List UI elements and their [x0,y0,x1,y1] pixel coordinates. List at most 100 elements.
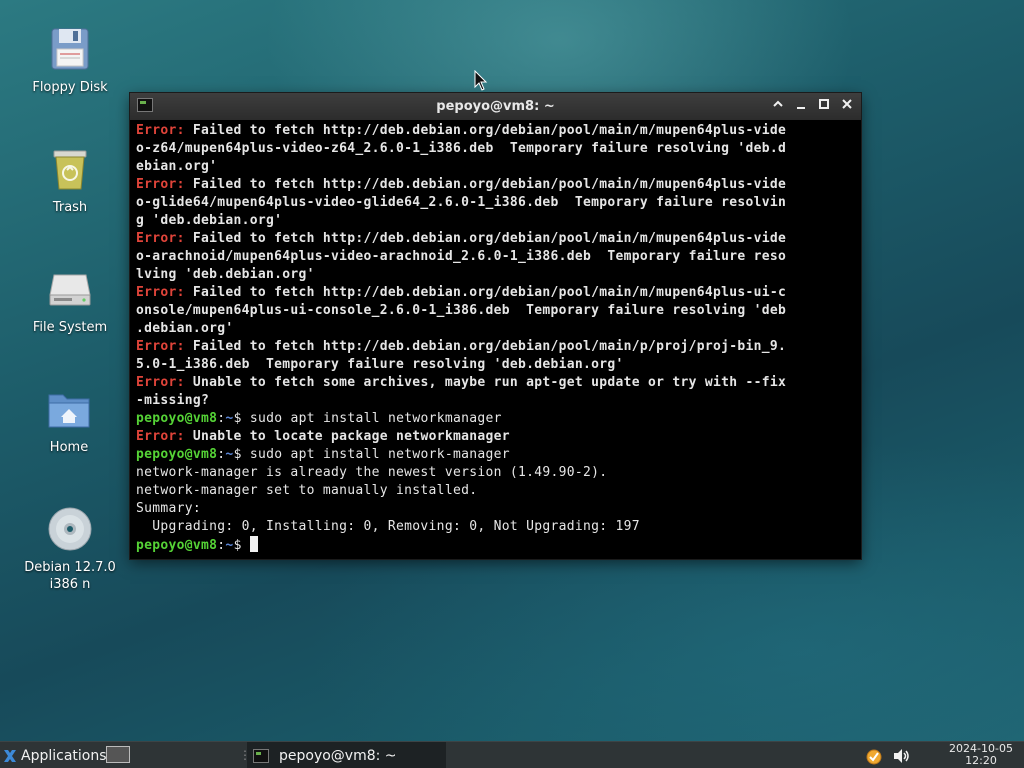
terminal-text: Upgrading: 0, Installing: 0, Removing: 0… [136,519,640,534]
desktop-icon-label: Trash [52,200,88,215]
terminal-line: network-manager set to manually installe… [136,482,856,500]
terminal-line: -missing? [136,392,856,410]
terminal-text: o-z64/mupen64plus-video-z64_2.6.0-1_i386… [136,141,787,156]
terminal-text: network-manager set to manually installe… [136,483,478,498]
prompt-path: ~ [225,411,234,426]
terminal-line: Error: Failed to fetch http://deb.debian… [136,338,856,356]
desktop: Floppy Disk Trash File System Home Debia… [0,0,1024,768]
terminal-icon [253,748,269,763]
terminal-text: Failed to fetch http://deb.debian.org/de… [184,177,787,192]
terminal-line: Error: Unable to locate package networkm… [136,428,856,446]
terminal-text: Unable to fetch some archives, maybe run… [184,375,787,390]
terminal-line: Error: Failed to fetch http://deb.debian… [136,230,856,248]
clock-time: 12:20 [965,754,997,767]
prompt-user-host: pepoyo@vm8 [136,411,218,426]
desktop-icon-home[interactable]: Home [14,385,124,456]
prompt-path: ~ [225,538,234,553]
desktop-icon-debian-disc[interactable]: Debian 12.7.0 i386 n [15,505,125,593]
terminal-line: Summary: [136,500,856,518]
applications-label: Applications [21,747,107,764]
terminal-text: .debian.org' [136,321,234,336]
terminal-text: ebian.org' [136,159,218,174]
terminal-text: Unable to locate package networkmanager [184,429,510,444]
clock[interactable]: 2024-10-05 12:20 [944,743,1018,767]
update-notifier-icon[interactable] [864,746,884,766]
terminal-window[interactable]: pepoyo@vm8: ~ Error: Failed to fetch htt… [130,93,861,559]
terminal-line: ebian.org' [136,158,856,176]
terminal-text: onsole/mupen64plus-ui-console_2.6.0-1_i3… [136,303,787,318]
terminal-line: 5.0-1_i386.deb Temporary failure resolvi… [136,356,856,374]
minimize-icon [797,107,805,109]
error-prefix: Error: [136,429,185,444]
terminal-text: $ sudo apt install networkmanager [233,411,502,426]
terminal-text: 5.0-1_i386.deb Temporary failure resolvi… [136,357,624,372]
terminal-line: Error: Failed to fetch http://deb.debian… [136,176,856,194]
desktop-icon-label: Debian 12.7.0 [24,560,116,575]
error-prefix: Error: [136,177,185,192]
terminal-output[interactable]: Error: Failed to fetch http://deb.debian… [136,122,856,554]
maximize-button[interactable] [814,97,834,117]
close-icon [842,99,852,109]
terminal-line: onsole/mupen64plus-ui-console_2.6.0-1_i3… [136,302,856,320]
chevron-up-icon [773,100,783,107]
terminal-text: $ [233,538,250,553]
show-desktop-button[interactable] [106,746,130,763]
terminal-line: o-z64/mupen64plus-video-z64_2.6.0-1_i386… [136,140,856,158]
terminal-text: Summary: [136,501,202,516]
window-title: pepoyo@vm8: ~ [436,99,555,114]
terminal-line: Upgrading: 0, Installing: 0, Removing: 0… [136,518,856,536]
mouse-pointer-icon [474,70,488,91]
terminal-text: network-manager is already the newest ve… [136,465,608,480]
applications-menu-button[interactable]: Applications [2,742,107,768]
minimize-button[interactable] [791,97,811,117]
terminal-line: Error: Unable to fetch some archives, ma… [136,374,856,392]
terminal-text: Failed to fetch http://deb.debian.org/de… [184,231,787,246]
home-folder-icon [48,394,90,428]
desktop-icon-label: File System [32,320,108,335]
desktop-icon-label: Floppy Disk [32,80,108,95]
terminal-text: Failed to fetch http://deb.debian.org/de… [184,285,787,300]
terminal-line: o-arachnoid/mupen64plus-video-arachnoid_… [136,248,856,266]
error-prefix: Error: [136,375,185,390]
xfce-logo-icon [4,749,16,762]
terminal-text: g 'deb.debian.org' [136,213,283,228]
desktop-icon-label-line2: i386 n [49,577,91,592]
trash-icon [53,150,87,190]
terminal-line: pepoyo@vm8:~$ sudo apt install network-m… [136,446,856,464]
taskbar-item-terminal[interactable]: pepoyo@vm8: ~ [247,742,446,768]
terminal-cursor [249,536,258,552]
maximize-icon [819,99,829,109]
taskbar: Applications ⋮ pepoyo@vm8: ~ 2024-10-05 … [0,741,1024,768]
terminal-text: Failed to fetch http://deb.debian.org/de… [184,339,787,354]
terminal-text: -missing? [136,393,210,408]
desktop-icon-floppy-disk[interactable]: Floppy Disk [15,25,125,96]
terminal-line: lving 'deb.debian.org' [136,266,856,284]
terminal-line: network-manager is already the newest ve… [136,464,856,482]
terminal-text: o-arachnoid/mupen64plus-video-arachnoid_… [136,249,787,264]
taskbar-item-label: pepoyo@vm8: ~ [279,747,397,764]
error-prefix: Error: [136,339,185,354]
window-titlebar[interactable]: pepoyo@vm8: ~ [130,93,861,120]
prompt-user-host: pepoyo@vm8 [136,538,218,553]
terminal-line: o-glide64/mupen64plus-video-glide64_2.6.… [136,194,856,212]
terminal-line: pepoyo@vm8:~$ [136,536,856,554]
shade-button[interactable] [768,97,788,117]
terminal-line: Error: Failed to fetch http://deb.debian… [136,284,856,302]
error-prefix: Error: [136,123,185,138]
terminal-text: lving 'deb.debian.org' [136,267,315,282]
close-button[interactable] [837,97,857,117]
terminal-text: Failed to fetch http://deb.debian.org/de… [184,123,787,138]
terminal-line: g 'deb.debian.org' [136,212,856,230]
floppy-disk-icon [51,28,89,70]
prompt-user-host: pepoyo@vm8 [136,447,218,462]
terminal-line: Error: Failed to fetch http://deb.debian… [136,122,856,140]
error-prefix: Error: [136,231,185,246]
volume-icon[interactable] [891,746,911,766]
desktop-icon-file-system[interactable]: File System [15,265,125,336]
error-prefix: Error: [136,285,185,300]
terminal-text: $ sudo apt install network-manager [233,447,510,462]
desktop-icon-trash[interactable]: Trash [15,145,125,216]
terminal-text: o-glide64/mupen64plus-video-glide64_2.6.… [136,195,787,210]
optical-disc-icon [48,507,92,551]
desktop-icon-label: Home [49,440,89,455]
